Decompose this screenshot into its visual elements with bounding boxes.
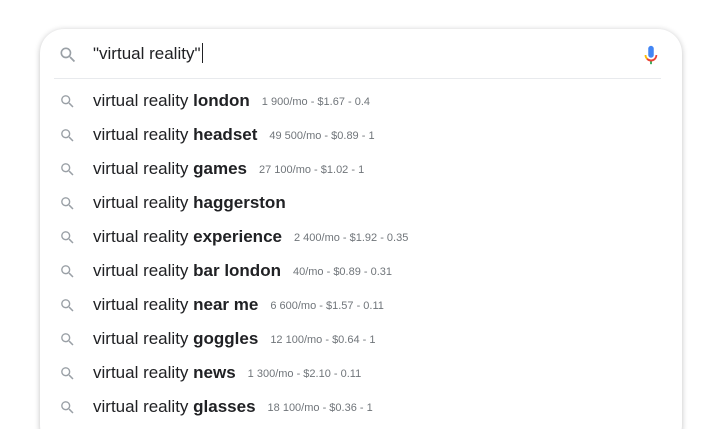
keyword-metrics: 27 100/mo - $1.02 - 1 <box>259 164 365 176</box>
suggestion-prefix: virtual reality <box>93 227 194 246</box>
keyword-metrics: 1 900/mo - $1.67 - 0.4 <box>261 96 371 108</box>
search-icon <box>61 265 74 278</box>
suggestion-completion: near me <box>193 295 259 314</box>
suggestion-item[interactable]: virtual reality experience 2 400/mo - $1.… <box>40 220 682 254</box>
search-icon <box>61 333 74 346</box>
search-icon <box>61 231 74 244</box>
suggestion-item[interactable]: virtual reality goggles 12 100/mo - $0.64… <box>40 322 682 356</box>
keyword-metrics: 6 600/mo - $1.57 - 0.11 <box>270 300 384 312</box>
search-input[interactable]: "virtual reality" <box>93 42 203 66</box>
keyword-metrics: 49 500/mo - $0.89 - 1 <box>269 130 375 142</box>
suggestion-completion: headset <box>193 125 258 144</box>
suggestion-prefix: virtual reality <box>93 261 194 280</box>
suggestion-item[interactable]: virtual reality headset 49 500/mo - $0.89… <box>40 118 682 152</box>
suggestion-completion: glasses <box>193 397 256 416</box>
search-icon <box>61 163 74 176</box>
keyword-metrics: 40/mo - $0.89 - 0.31 <box>292 266 393 278</box>
keyword-metrics: 1 300/mo - $2.10 - 0.11 <box>247 368 362 380</box>
suggestion-completion: haggerston <box>193 193 286 212</box>
suggestion-text: virtual reality glasses 18 100/mo - $0.36… <box>93 396 373 419</box>
text-caret <box>201 43 203 63</box>
suggestion-completion: bar london <box>193 261 281 280</box>
suggestion-prefix: virtual reality <box>93 397 194 416</box>
search-box: "virtual reality" virtual reality london… <box>40 29 682 429</box>
suggestion-prefix: virtual reality <box>93 91 194 110</box>
suggestion-text: virtual reality experience 2 400/mo - $1.… <box>93 226 408 249</box>
suggestion-item[interactable]: virtual reality news 1 300/mo - $2.10 - 0… <box>40 356 682 390</box>
search-icon <box>61 299 74 312</box>
microphone-icon[interactable] <box>640 42 662 68</box>
suggestion-completion: goggles <box>193 329 259 348</box>
suggestion-text: virtual reality london 1 900/mo - $1.67 -… <box>93 90 370 113</box>
keyword-metrics: 12 100/mo - $0.64 - 1 <box>270 334 376 346</box>
suggestion-item[interactable]: virtual reality near me 6 600/mo - $1.57 … <box>40 288 682 322</box>
search-icon <box>61 129 74 142</box>
suggestion-text: virtual reality news 1 300/mo - $2.10 - 0… <box>93 362 361 385</box>
suggestion-item[interactable]: virtual reality london 1 900/mo - $1.67 -… <box>40 84 682 118</box>
divider <box>54 78 661 79</box>
search-bar[interactable]: "virtual reality" <box>40 29 682 79</box>
search-icon <box>60 47 76 63</box>
suggestion-item[interactable]: virtual reality games 27 100/mo - $1.02 -… <box>40 152 682 186</box>
page: "virtual reality" virtual reality london… <box>0 0 707 429</box>
suggestion-item[interactable]: virtual reality glasses 18 100/mo - $0.36… <box>40 390 682 424</box>
suggestion-item[interactable]: virtual reality bar london 40/mo - $0.89 … <box>40 254 682 288</box>
suggestion-prefix: virtual reality <box>93 295 194 314</box>
suggestion-item[interactable]: virtual reality haggerston <box>40 186 682 220</box>
suggestion-text: virtual reality goggles 12 100/mo - $0.64… <box>93 328 376 351</box>
suggestion-text: virtual reality near me 6 600/mo - $1.57 … <box>93 294 384 317</box>
suggestion-completion: london <box>193 91 250 110</box>
suggestion-completion: games <box>193 159 248 178</box>
suggestion-prefix: virtual reality <box>93 193 194 212</box>
keyword-metrics: 18 100/mo - $0.36 - 1 <box>267 402 373 414</box>
suggestion-prefix: virtual reality <box>93 363 194 382</box>
suggestion-text: virtual reality bar london 40/mo - $0.89 … <box>93 260 392 283</box>
suggestions-list: virtual reality london 1 900/mo - $1.67 -… <box>40 84 682 424</box>
suggestion-prefix: virtual reality <box>93 329 194 348</box>
suggestion-text: virtual reality haggerston <box>93 192 298 215</box>
suggestion-prefix: virtual reality <box>93 125 194 144</box>
suggestion-completion: experience <box>193 227 282 246</box>
search-icon <box>61 197 74 210</box>
keyword-metrics: 2 400/mo - $1.92 - 0.35 <box>293 232 409 244</box>
search-icon <box>61 95 74 108</box>
search-icon <box>61 367 74 380</box>
suggestion-prefix: virtual reality <box>93 159 194 178</box>
search-query-text: "virtual reality" <box>93 44 201 63</box>
suggestion-text: virtual reality headset 49 500/mo - $0.89… <box>93 124 375 147</box>
suggestion-completion: news <box>193 363 236 382</box>
search-icon <box>61 401 74 414</box>
suggestion-text: virtual reality games 27 100/mo - $1.02 -… <box>93 158 364 181</box>
